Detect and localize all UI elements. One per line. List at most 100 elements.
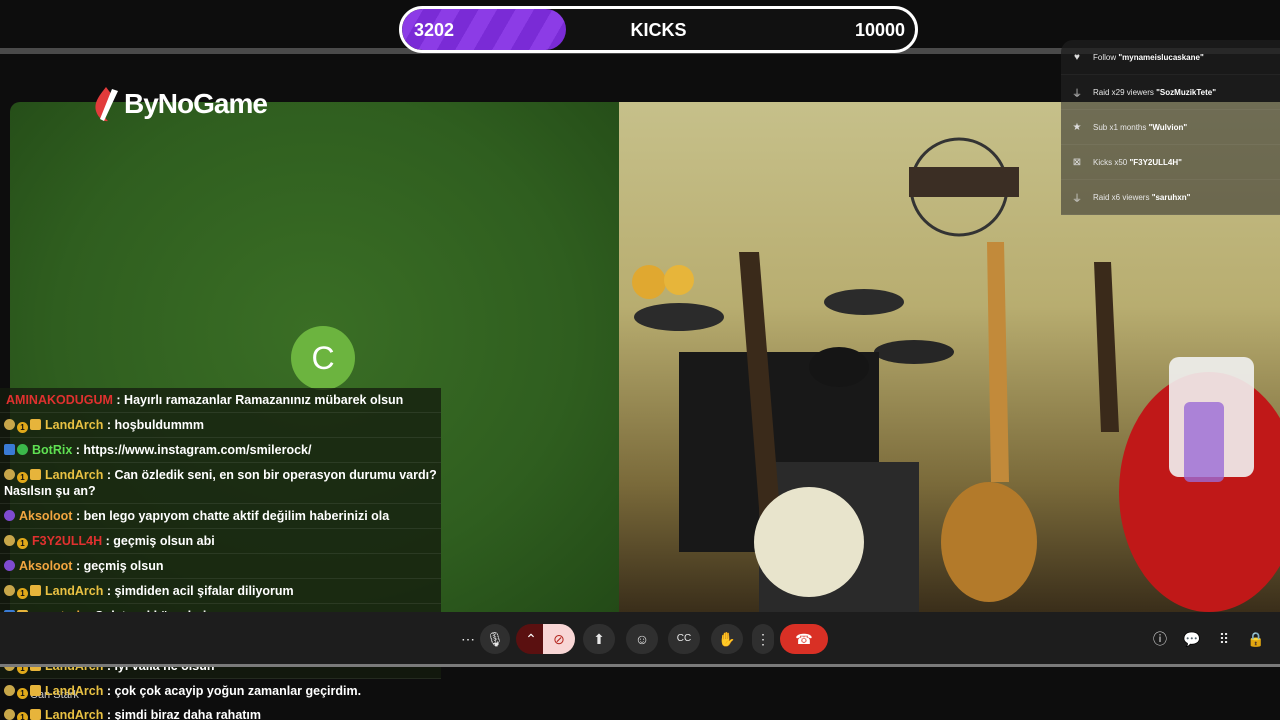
chat-username[interactable]: Aksoloot bbox=[19, 559, 72, 573]
chat-overlay: AMINAKODUGUM : Hayırlı ramazanlar Ramaza… bbox=[0, 388, 1280, 720]
feed-event-label: Follow bbox=[1093, 52, 1119, 62]
activities-icon[interactable]: ⠿ bbox=[1210, 624, 1238, 654]
feed-item-text: Kicks x50 "F3Y2ULL4H" bbox=[1093, 158, 1182, 167]
purple-badge-icon bbox=[4, 510, 15, 521]
one-badge-icon: 1 bbox=[17, 712, 28, 720]
chat-message-text: hoşbuldummm bbox=[114, 418, 205, 432]
feed-event-label: Raid x29 viewers bbox=[1093, 87, 1157, 97]
chat-message-text: https://www.instagram.com/smilerock/ bbox=[83, 443, 312, 457]
microphone-button[interactable]: 🎙 bbox=[480, 624, 510, 654]
chat-message-text: Hayırlı ramazanlar Ramazanınız mübarek o… bbox=[124, 393, 404, 407]
gold-badge-icon bbox=[4, 419, 15, 430]
chat-separator: : bbox=[102, 534, 114, 548]
gold-badge-icon bbox=[4, 709, 15, 720]
one-badge-icon: 1 bbox=[17, 588, 28, 599]
leave-call-button[interactable]: ☎ bbox=[780, 624, 828, 654]
feed-user-name: "mynameislucaskane" bbox=[1118, 52, 1204, 62]
chat-username[interactable]: LandArch bbox=[45, 418, 103, 432]
feed-user-name: "saruhxn" bbox=[1151, 192, 1191, 202]
maraca bbox=[664, 265, 694, 295]
chat-message: 1 F3Y2ULL4H : geçmiş olsun abi bbox=[0, 529, 441, 554]
chat-message-text: şimdiden acil şifalar diliyorum bbox=[114, 584, 294, 598]
captions-button[interactable]: CC bbox=[668, 624, 700, 654]
chat-separator: : bbox=[103, 418, 115, 432]
shelf-items bbox=[909, 167, 1019, 197]
chat-separator: : bbox=[72, 509, 84, 523]
chat-message: 1 LandArch : şimdiden acil şifalar diliyo… bbox=[0, 579, 441, 604]
chat-username[interactable]: LandArch bbox=[45, 584, 103, 598]
gift-badge-icon bbox=[30, 419, 41, 430]
feed-user-name: "SozMuzikTete" bbox=[1156, 87, 1217, 97]
kick-icon: ⊠ bbox=[1072, 156, 1082, 168]
feed-user-name: "F3Y2ULL4H" bbox=[1129, 157, 1182, 167]
chat-username[interactable]: LandArch bbox=[45, 684, 103, 698]
feed-item: ♥ Follow "mynameislucaskane" bbox=[1061, 40, 1280, 75]
flame-logo-icon bbox=[95, 87, 118, 122]
feed-item: ★ Sub x1 months "Wulvion" bbox=[1061, 110, 1280, 145]
feed-user-name: "Wulvion" bbox=[1148, 122, 1188, 132]
chat-username[interactable]: BotRix bbox=[32, 443, 72, 457]
feed-item: ⏚ Raid x6 viewers "saruhxn" bbox=[1061, 180, 1280, 215]
activity-feed: ♥ Follow "mynameislucaskane" ⏚ Raid x29 vie… bbox=[1061, 40, 1280, 215]
host-controls-lock-icon[interactable]: 🔒 bbox=[1242, 624, 1270, 654]
chat-message-text: geçmiş olsun abi bbox=[113, 534, 215, 548]
chat-message-text: geçmiş olsun bbox=[83, 559, 164, 573]
more-options-menu-button[interactable]: ⋮ bbox=[752, 624, 774, 654]
gold-badge-icon bbox=[4, 685, 15, 696]
feed-item-text: Follow "mynameislucaskane" bbox=[1093, 53, 1204, 62]
chat-username[interactable]: F3Y2ULL4H bbox=[32, 534, 102, 548]
chat-message-text: şimdi biraz daha rahatım bbox=[114, 708, 262, 720]
feed-event-label: Raid x6 viewers bbox=[1093, 192, 1152, 202]
gold-badge-icon bbox=[4, 585, 15, 596]
purple-badge-icon bbox=[4, 560, 15, 571]
more-options-icon[interactable]: ⋯ bbox=[455, 624, 481, 654]
chat-message: Aksoloot : geçmiş olsun bbox=[0, 554, 441, 579]
feed-event-label: Kicks x50 bbox=[1093, 157, 1130, 167]
chat-message-text: çok çok acayip yoğun zamanlar geçirdim. bbox=[114, 684, 362, 698]
one-badge-icon: 1 bbox=[17, 422, 28, 433]
chat-message-text: ben lego yapıyom chatte aktif değilim ha… bbox=[83, 509, 390, 523]
emoji-reaction-button[interactable]: ☺ bbox=[626, 624, 658, 654]
chat-username[interactable]: AMINAKODUGUM bbox=[6, 393, 113, 407]
brand-name: ByNoGame bbox=[124, 88, 268, 119]
chat-icon[interactable]: 💬 bbox=[1178, 624, 1206, 654]
info-icon[interactable]: ⓘ bbox=[1146, 624, 1174, 654]
camera-options-chevron[interactable]: ⌃ bbox=[516, 624, 546, 654]
chat-separator: : bbox=[103, 708, 115, 720]
chat-username[interactable]: Aksoloot bbox=[19, 509, 72, 523]
bottom-divider bbox=[0, 664, 1280, 667]
chat-separator: : bbox=[112, 393, 125, 407]
chat-separator: : bbox=[103, 684, 115, 698]
meeting-control-bar: ⋯ 🎙 ⌃ ⊘ ⬆ ☺ CC ✋ ⋮ ☎ ⓘ 💬 ⠿ 🔒 bbox=[0, 612, 1280, 666]
brand-logo: ByNoGame bbox=[92, 84, 268, 124]
drum-pad bbox=[809, 347, 869, 387]
chat-message: BotRix : https://www.instagram.com/smile… bbox=[0, 438, 441, 463]
feed-item: ⏚ Raid x29 viewers "SozMuzikTete" bbox=[1061, 75, 1280, 110]
chat-separator: : bbox=[72, 443, 84, 457]
cymbal bbox=[824, 289, 904, 315]
raid-icon: ⏚ bbox=[1072, 193, 1082, 205]
one-badge-icon: 1 bbox=[17, 538, 28, 549]
chat-message: 1 LandArch : çok çok acayip yoğun zamanla… bbox=[0, 679, 1280, 703]
gift-badge-icon bbox=[30, 685, 41, 696]
chat-message: 1 LandArch : hoşbuldummm bbox=[0, 413, 441, 438]
feed-item-text: Raid x29 viewers "SozMuzikTete" bbox=[1093, 88, 1216, 97]
camera-off-button[interactable]: ⊘ bbox=[543, 624, 575, 654]
chat-separator: : bbox=[103, 468, 115, 482]
chat-separator: : bbox=[103, 584, 115, 598]
star-icon: ★ bbox=[1072, 121, 1082, 133]
chat-message: AMINAKODUGUM : Hayırlı ramazanlar Ramaza… bbox=[0, 388, 441, 413]
gift-badge-icon bbox=[30, 709, 41, 720]
chat-message: Aksoloot : ben lego yapıyom chatte aktif… bbox=[0, 504, 441, 529]
raise-hand-button[interactable]: ✋ bbox=[711, 624, 743, 654]
gold-badge-icon bbox=[4, 535, 15, 546]
chat-username[interactable]: LandArch bbox=[45, 708, 103, 720]
cymbal bbox=[874, 340, 954, 364]
chat-message: 1 LandArch : Can özledik seni, en son bir… bbox=[0, 463, 441, 504]
chat-message: 1 LandArch : şimdi biraz daha rahatım bbox=[0, 703, 1280, 720]
present-screen-button[interactable]: ⬆ bbox=[583, 624, 615, 654]
chat-username[interactable]: LandArch bbox=[45, 468, 103, 482]
chat-separator: : bbox=[72, 559, 84, 573]
stream-screen: 3202 KICKS 10000 Can Stark C ByNoGame ♥ … bbox=[0, 0, 1280, 720]
heart-icon: ♥ bbox=[1074, 51, 1080, 63]
